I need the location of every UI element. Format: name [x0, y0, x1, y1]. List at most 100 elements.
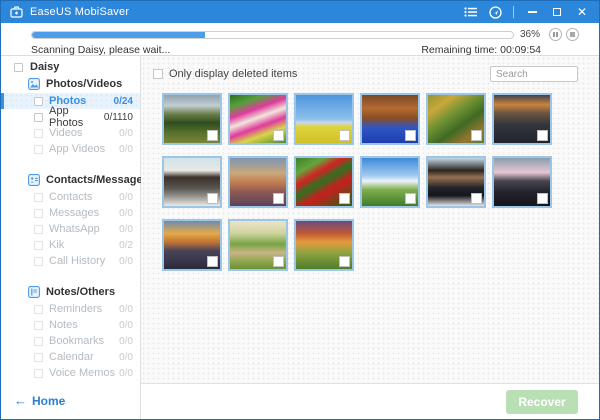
- remaining-time-text: Remaining time: 00:09:54: [421, 44, 541, 56]
- category-sidebar: Daisy Photos/Videos Photos: [1, 56, 141, 419]
- deleted-items-filter[interactable]: Only display deleted items: [153, 68, 297, 80]
- thumbnail-checkbox[interactable]: [339, 193, 350, 204]
- photo-thumbnail[interactable]: [228, 219, 288, 271]
- photo-thumbnail[interactable]: [492, 156, 552, 208]
- scan-status-text: Scanning Daisy, please wait...: [31, 44, 170, 56]
- thumbnail-grid: [162, 93, 599, 383]
- menu-icon[interactable]: [463, 5, 477, 19]
- sidebar-item-kik: Kik 0/2: [1, 237, 140, 253]
- item-label: Contacts: [49, 191, 92, 203]
- thumbnail-checkbox[interactable]: [273, 193, 284, 204]
- contacts-icon: [28, 174, 40, 186]
- photo-thumbnail[interactable]: [162, 156, 222, 208]
- item-checkbox[interactable]: [34, 97, 43, 106]
- maximize-button[interactable]: [550, 5, 564, 19]
- item-count: 0/0: [119, 208, 133, 219]
- pause-button[interactable]: [549, 28, 562, 41]
- item-label: Voice Memos: [49, 367, 115, 379]
- thumbnail-checkbox[interactable]: [207, 130, 218, 141]
- results-panel: Only display deleted items: [141, 56, 599, 419]
- item-count: 0/0: [119, 144, 133, 155]
- item-checkbox: [34, 225, 43, 234]
- home-label: Home: [32, 394, 65, 408]
- item-count: 0/0: [119, 352, 133, 363]
- thumbnail-checkbox[interactable]: [471, 130, 482, 141]
- thumbnail-checkbox[interactable]: [537, 130, 548, 141]
- device-checkbox[interactable]: [14, 63, 23, 72]
- item-count: 0/24: [114, 96, 133, 107]
- recover-button[interactable]: Recover: [506, 390, 578, 414]
- close-button[interactable]: ✕: [575, 5, 589, 19]
- device-node[interactable]: Daisy: [1, 61, 140, 73]
- titlebar-separator: [513, 6, 514, 18]
- item-checkbox: [34, 305, 43, 314]
- item-checkbox: [34, 321, 43, 330]
- item-checkbox: [34, 209, 43, 218]
- stop-button[interactable]: [566, 28, 579, 41]
- thumbnail-checkbox[interactable]: [339, 256, 350, 267]
- app-logo-icon: [10, 6, 23, 18]
- action-bar: Recover: [141, 383, 599, 419]
- section-header-photos-videos: Photos/Videos: [1, 75, 140, 93]
- progress-bar-fill: [32, 32, 205, 38]
- item-count: 0/0: [119, 192, 133, 203]
- section-label: Notes/Others: [46, 286, 115, 298]
- results-header: Only display deleted items: [141, 56, 599, 84]
- photo-thumbnail[interactable]: [360, 156, 420, 208]
- item-label: App Photos: [49, 105, 104, 129]
- filter-checkbox[interactable]: [153, 69, 163, 79]
- photo-thumbnail[interactable]: [294, 219, 354, 271]
- item-checkbox: [34, 129, 43, 138]
- item-count: 0/0: [119, 304, 133, 315]
- section-label: Contacts/Messages: [46, 174, 149, 186]
- home-link[interactable]: ← Home: [1, 393, 140, 420]
- device-label: Daisy: [30, 61, 59, 73]
- item-checkbox: [34, 257, 43, 266]
- item-checkbox[interactable]: [34, 113, 43, 122]
- sidebar-item-app-photos[interactable]: App Photos 0/1110: [1, 109, 140, 125]
- thumbnail-checkbox[interactable]: [207, 256, 218, 267]
- sidebar-item-app-videos: App Videos 0/0: [1, 141, 140, 157]
- item-label: Notes: [49, 319, 78, 331]
- thumbnail-checkbox[interactable]: [273, 130, 284, 141]
- minimize-button[interactable]: [525, 5, 539, 19]
- photo-thumbnail[interactable]: [360, 93, 420, 145]
- section-notes-others: Notes/Others Reminders 0/0 Notes 0/0 Boo…: [1, 283, 140, 381]
- globe-icon[interactable]: [488, 5, 502, 19]
- sidebar-item-bookmarks: Bookmarks 0/0: [1, 333, 140, 349]
- item-label: Videos: [49, 127, 82, 139]
- sidebar-item-notes: Notes 0/0: [1, 317, 140, 333]
- photo-thumbnail[interactable]: [228, 93, 288, 145]
- photo-thumbnail[interactable]: [426, 93, 486, 145]
- photo-thumbnail[interactable]: [162, 93, 222, 145]
- section-contacts-messages: Contacts/Messages Contacts 0/0 Messages …: [1, 171, 140, 269]
- photo-thumbnail[interactable]: [294, 156, 354, 208]
- thumbnail-checkbox[interactable]: [273, 256, 284, 267]
- item-count: 0/0: [119, 256, 133, 267]
- sidebar-item-calendar: Calendar 0/0: [1, 349, 140, 365]
- thumbnail-checkbox[interactable]: [207, 193, 218, 204]
- photo-thumbnail[interactable]: [228, 156, 288, 208]
- item-checkbox: [34, 241, 43, 250]
- photo-thumbnail[interactable]: [294, 93, 354, 145]
- search-input[interactable]: [490, 66, 578, 82]
- progress-bar: [31, 31, 514, 39]
- section-photos-videos: Photos/Videos Photos 0/24 App Photos 0/1…: [1, 75, 140, 157]
- scan-progress-area: 36% Scanning Daisy, please wait... Remai…: [1, 23, 599, 56]
- thumbnail-checkbox[interactable]: [405, 130, 416, 141]
- sidebar-item-whatsapp: WhatsApp 0/0: [1, 221, 140, 237]
- thumbnail-checkbox[interactable]: [471, 193, 482, 204]
- thumbnail-checkbox[interactable]: [339, 130, 350, 141]
- sidebar-item-reminders: Reminders 0/0: [1, 301, 140, 317]
- photo-thumbnail[interactable]: [492, 93, 552, 145]
- photo-thumbnail[interactable]: [162, 219, 222, 271]
- title-bar: EaseUS MobiSaver ✕: [1, 1, 599, 23]
- thumbnail-checkbox[interactable]: [537, 193, 548, 204]
- thumbnail-checkbox[interactable]: [405, 193, 416, 204]
- app-window: EaseUS MobiSaver ✕: [0, 0, 600, 420]
- item-count: 0/0: [119, 368, 133, 379]
- item-count: 0/0: [119, 320, 133, 331]
- sidebar-item-messages: Messages 0/0: [1, 205, 140, 221]
- filter-label: Only display deleted items: [169, 68, 297, 80]
- photo-thumbnail[interactable]: [426, 156, 486, 208]
